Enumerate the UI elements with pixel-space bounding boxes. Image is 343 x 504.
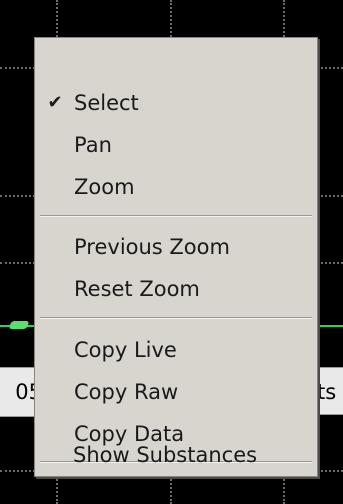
menu-item-label: Zoom	[74, 175, 135, 199]
menu-item-previous-zoom[interactable]: Previous Zoom	[36, 227, 316, 267]
menu-item-label: Copy Raw	[74, 380, 179, 404]
data-trace	[318, 325, 343, 327]
menu-item-copy-raw[interactable]: Copy Raw	[36, 372, 316, 412]
menu-separator	[40, 215, 312, 217]
checkmark-icon: ✔	[47, 92, 63, 113]
menu-item-label: Copy Live	[74, 338, 177, 362]
menu-item-copy-live[interactable]: Copy Live	[36, 330, 316, 370]
menu-item-label: Previous Zoom	[74, 235, 230, 259]
context-menu: ✔ Select Pan Zoom Previous Zoom Reset Zo…	[34, 37, 318, 477]
menu-item-label: Pan	[74, 133, 112, 157]
plot-area[interactable]: 05 ts ✔ Select Pan Zoom Previous Zoom Re…	[0, 0, 343, 504]
menu-item-label: Reset Zoom	[74, 277, 200, 301]
axis-title-label: ts	[314, 367, 343, 415]
menu-item-zoom[interactable]: Zoom	[36, 167, 316, 207]
menu-item-label: Show Substances	[73, 443, 258, 467]
menu-item-label: Select	[74, 91, 139, 115]
menu-item-select[interactable]: ✔ Select	[36, 83, 316, 123]
menu-separator	[40, 317, 312, 319]
menu-item-show-substances[interactable]: Show Substances	[35, 435, 317, 475]
menu-item-reset-zoom[interactable]: Reset Zoom	[36, 269, 316, 309]
trace-marker	[8, 321, 30, 329]
menu-item-pan[interactable]: Pan	[36, 125, 316, 165]
